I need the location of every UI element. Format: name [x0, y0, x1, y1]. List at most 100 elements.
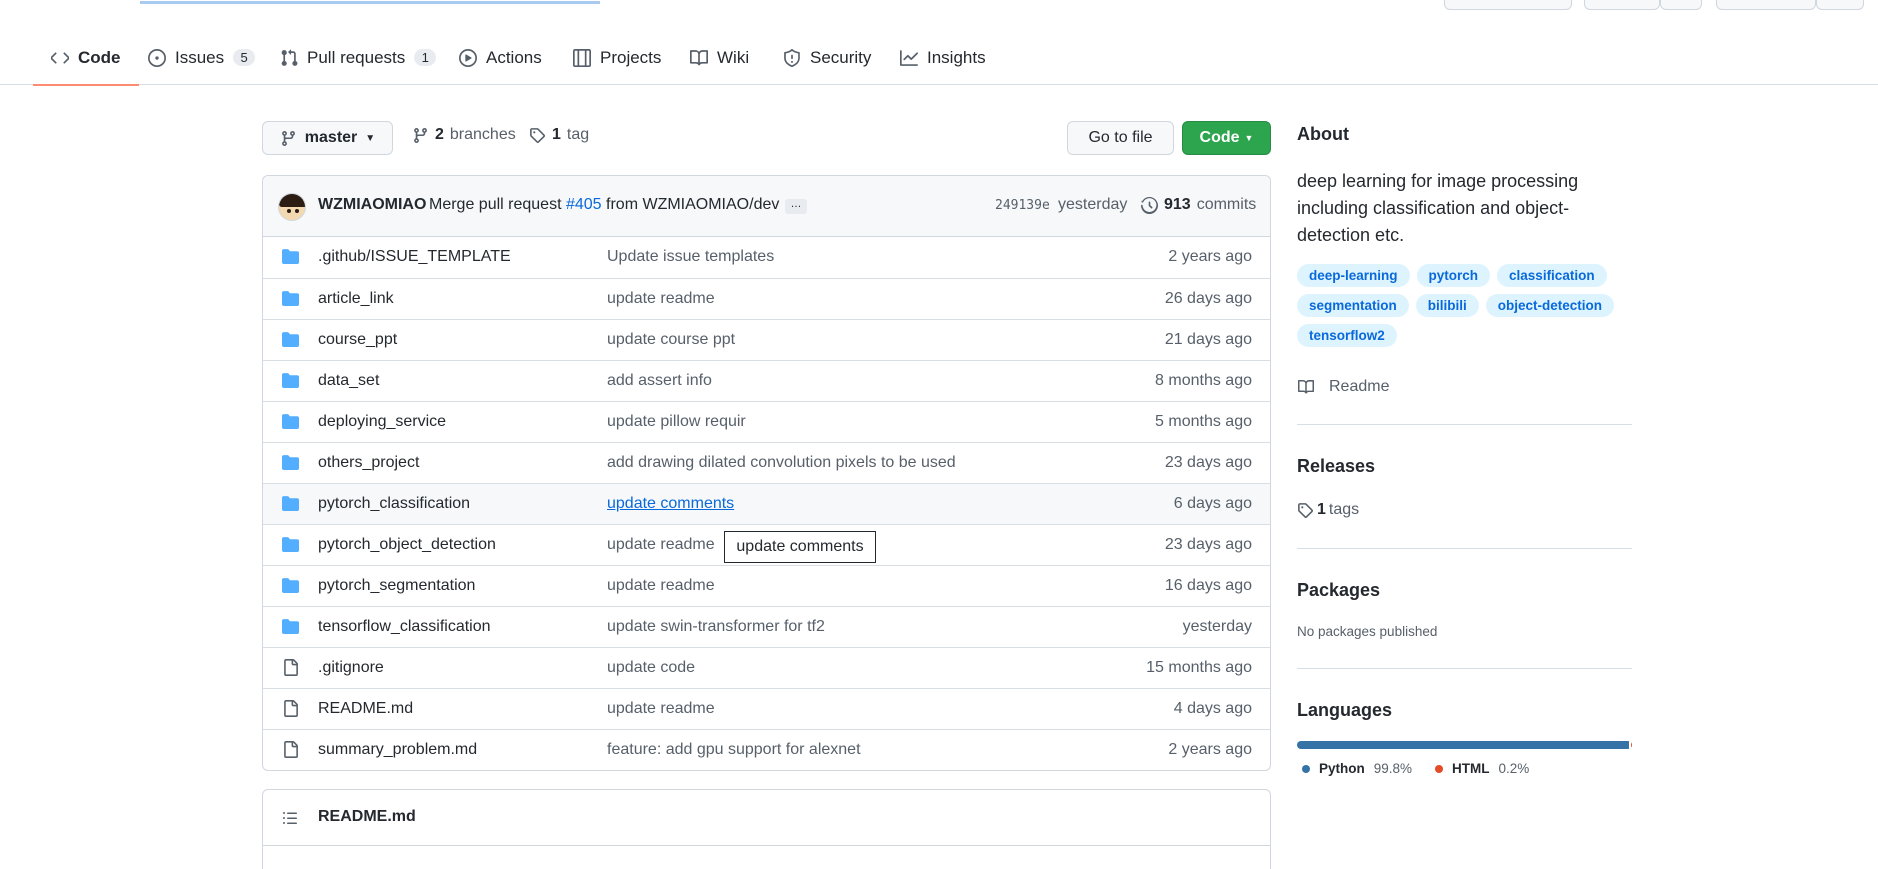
commit-message-suffix[interactable]: from WZMIAOMIAO/dev	[606, 196, 779, 213]
commit-message-link[interactable]: add assert info	[607, 372, 712, 390]
file-row[interactable]: data_set add assert info 8 months ago	[263, 360, 1270, 401]
tags-link[interactable]: 1 tag	[529, 126, 589, 144]
file-row[interactable]: README.md update readme 4 days ago	[263, 688, 1270, 729]
avatar[interactable]	[278, 193, 306, 221]
git-branch-icon	[414, 127, 427, 143]
packages-heading[interactable]: Packages	[1297, 580, 1380, 601]
file-name-link[interactable]: pytorch_classification	[318, 495, 470, 513]
topic-tag[interactable]: bilibili	[1415, 294, 1479, 317]
file-row[interactable]: pytorch_classification update comments 6 d…	[263, 483, 1270, 524]
tab-label: Code	[78, 47, 121, 67]
commit-message-link[interactable]: Update issue templates	[607, 248, 774, 266]
file-name-link[interactable]: course_ppt	[318, 331, 397, 349]
commit-author-link[interactable]: WZMIAOMIAO	[318, 196, 426, 214]
file-row[interactable]: summary_problem.md feature: add gpu suppo…	[263, 729, 1270, 770]
topic-tag[interactable]: deep-learning	[1297, 264, 1410, 287]
commit-message-link[interactable]: update readme	[607, 290, 715, 308]
tab-code[interactable]: Code	[33, 30, 138, 86]
readme-link[interactable]: Readme	[1297, 378, 1389, 396]
language-html[interactable]: HTML 0.2%	[1435, 761, 1529, 776]
file-row[interactable]: deploying_service update pillow requir 5 m…	[263, 401, 1270, 442]
folder-icon	[282, 455, 299, 470]
file-name-link[interactable]: article_link	[318, 290, 394, 308]
commit-message-link[interactable]: update readme	[607, 536, 715, 554]
pull-request-link[interactable]: #405	[566, 196, 602, 213]
folder-icon	[282, 332, 299, 347]
commit-age: yesterday	[1182, 618, 1252, 635]
releases-tags-link[interactable]: 1 tags	[1297, 501, 1359, 519]
branch-select-button[interactable]: master ▼	[262, 121, 393, 155]
tag-icon	[530, 127, 545, 143]
file-row[interactable]: .gitignore update code 15 months ago	[263, 647, 1270, 688]
book-icon	[1298, 380, 1314, 394]
file-row[interactable]: pytorch_segmentation update readme 16 days…	[263, 565, 1270, 606]
tab-label: Pull requests	[307, 47, 406, 67]
commit-message-link[interactable]: feature: add gpu support for alexnet	[607, 741, 861, 759]
pull-request-icon	[281, 48, 298, 66]
go-to-file-button[interactable]: Go to file	[1067, 121, 1174, 155]
commit-message-link[interactable]: update code	[607, 659, 695, 677]
readme-title-link[interactable]: README.md	[318, 808, 416, 826]
list-icon[interactable]	[281, 810, 299, 826]
repo-description: deep learning for image processing inclu…	[1297, 171, 1579, 245]
folder-icon	[282, 496, 299, 511]
commit-message-prefix[interactable]: Merge pull request	[429, 196, 562, 213]
tab-pull-requests[interactable]: Pull requests 1	[280, 30, 437, 85]
topic-tag[interactable]: tensorflow2	[1297, 324, 1397, 347]
commit-message-link[interactable]: update readme	[607, 700, 715, 718]
expand-commit-button[interactable]: …	[785, 199, 807, 214]
fork-count-cut[interactable]	[1660, 0, 1702, 10]
commit-sha-link[interactable]: 249139e	[995, 198, 1050, 213]
topic-tag[interactable]: pytorch	[1416, 264, 1491, 287]
commit-message-link[interactable]: update pillow requir	[607, 413, 746, 431]
file-name-link[interactable]: README.md	[318, 700, 413, 718]
file-name-link[interactable]: deploying_service	[318, 413, 446, 431]
star-button-cut[interactable]	[1716, 0, 1816, 10]
releases-heading[interactable]: Releases	[1297, 456, 1375, 477]
watch-button-cut[interactable]	[1444, 0, 1572, 10]
commit-age: 15 months ago	[1146, 659, 1252, 676]
tab-insights[interactable]: Insights	[900, 30, 986, 85]
file-name-link[interactable]: others_project	[318, 454, 419, 472]
commits-history-link[interactable]: 913 commits	[1141, 196, 1256, 214]
code-dropdown-button[interactable]: Code ▼	[1182, 121, 1271, 155]
tab-issues[interactable]: Issues 5	[148, 30, 256, 85]
star-count-cut[interactable]	[1816, 0, 1864, 10]
language-python[interactable]: Python 99.8%	[1302, 761, 1412, 776]
commit-message-link[interactable]: update comments	[607, 495, 734, 513]
repo-tabs: Code Issues 5 Pull requests 1 Actions Pr…	[0, 30, 1878, 86]
topic-tag[interactable]: object-detection	[1485, 294, 1615, 317]
branches-link[interactable]: 2 branches	[412, 126, 516, 144]
tab-projects[interactable]: Projects	[573, 30, 661, 85]
commit-age: 8 months ago	[1155, 372, 1252, 389]
file-name-link[interactable]: .gitignore	[318, 659, 384, 677]
topic-tag[interactable]: classification	[1497, 264, 1607, 287]
tag-icon	[1298, 502, 1313, 518]
commit-message-link[interactable]: update readme	[607, 577, 715, 595]
tab-security[interactable]: Security	[783, 30, 871, 85]
file-name-link[interactable]: .github/ISSUE_TEMPLATE	[318, 248, 511, 266]
file-row[interactable]: course_ppt update course ppt 21 days ago	[263, 319, 1270, 360]
commit-message-link[interactable]: update swin-transformer for tf2	[607, 618, 825, 636]
commit-message-link[interactable]: add drawing dilated convolution pixels t…	[607, 454, 956, 472]
file-icon	[284, 700, 298, 717]
file-row[interactable]: tensorflow_classification update swin-tra…	[263, 606, 1270, 647]
tab-wiki[interactable]: Wiki	[690, 30, 749, 85]
tab-actions[interactable]: Actions	[459, 30, 542, 85]
file-row[interactable]: article_link update readme 26 days ago	[263, 278, 1270, 319]
folder-icon	[282, 578, 299, 593]
commit-message-link[interactable]: update course ppt	[607, 331, 735, 349]
commit-age: 4 days ago	[1173, 700, 1252, 717]
tags-label: tag	[566, 126, 590, 143]
fork-button-cut[interactable]	[1584, 0, 1660, 10]
file-icon	[284, 741, 298, 758]
file-name-link[interactable]: data_set	[318, 372, 379, 390]
topic-tag[interactable]: segmentation	[1297, 294, 1409, 317]
file-name-link[interactable]: pytorch_object_detection	[318, 536, 496, 554]
file-name-link[interactable]: pytorch_segmentation	[318, 577, 475, 595]
file-name-link[interactable]: tensorflow_classification	[318, 618, 491, 636]
file-name-link[interactable]: summary_problem.md	[318, 741, 477, 759]
file-row[interactable]: others_project add drawing dilated convol…	[263, 442, 1270, 483]
pr-count-badge: 1	[414, 49, 437, 66]
file-row[interactable]: .github/ISSUE_TEMPLATE Update issue templ…	[263, 237, 1270, 278]
